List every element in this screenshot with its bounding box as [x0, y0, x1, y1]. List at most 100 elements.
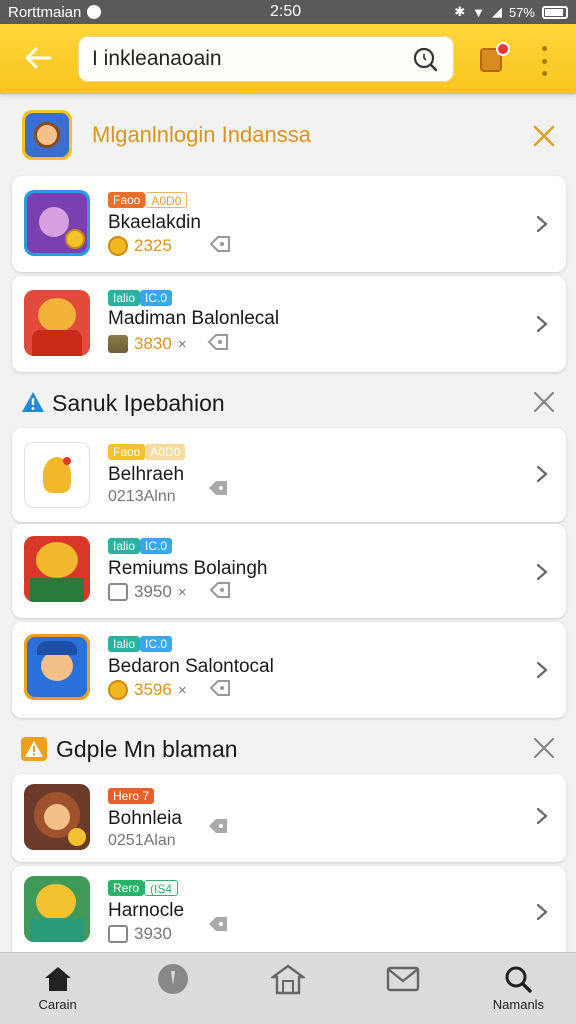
- clock: 2:50: [270, 3, 302, 20]
- nav-item-info[interactable]: [115, 953, 230, 1024]
- item-name: Belhraeh: [108, 464, 185, 485]
- item-meta: 3830 ×: [108, 334, 187, 354]
- multiply-icon: ×: [177, 681, 187, 699]
- close-icon: [533, 737, 555, 759]
- tag-group: Hero 7: [108, 788, 155, 804]
- close-section-1-button[interactable]: [530, 122, 558, 150]
- notification-icon: [87, 5, 102, 19]
- money-stack-icon: [108, 335, 128, 353]
- game-thumbnail: [24, 634, 90, 700]
- chevron-right-icon: [536, 563, 548, 581]
- bottom-nav: Carain Namanls: [0, 952, 576, 1024]
- info-icon: [157, 964, 188, 994]
- list-item[interactable]: Rero (IS4 Harnocle 3930: [12, 866, 566, 952]
- carrier-label: Rorttmaian: [8, 3, 82, 21]
- item-name: Bohnleia: [108, 808, 182, 829]
- chevron-right-icon: [536, 807, 548, 825]
- app-bar: [0, 24, 576, 94]
- list-item[interactable]: Ialio IC.0 Remiums Bolaingh 3950 ×: [12, 524, 566, 618]
- nav-item-mail[interactable]: [346, 953, 461, 1024]
- item-name: Bkaelakdin: [108, 212, 201, 233]
- item-meta: 3596 ×: [108, 680, 187, 700]
- item-name: Madiman Balonlecal: [108, 308, 280, 329]
- category-tag: Ialio: [108, 290, 141, 306]
- nav-label: Carain: [38, 997, 77, 1012]
- search-icon: [413, 47, 438, 72]
- item-meta: 3950 ×: [108, 582, 187, 602]
- search-bar[interactable]: [78, 36, 454, 82]
- promo-title: Mlganlnlogin Indanssa: [92, 122, 311, 147]
- bluetooth-icon: ✱: [454, 4, 466, 19]
- section-header-2: Sanuk Ipebahion: [0, 384, 576, 420]
- tag-icon: [209, 481, 227, 495]
- battery-percent: 57%: [508, 4, 535, 20]
- tag-group: Faoo A0D0: [108, 192, 188, 208]
- mail-icon: [387, 966, 420, 992]
- item-name: Bedaron Salontocal: [108, 656, 274, 677]
- rating-tag: A0D0: [145, 192, 188, 208]
- list-item[interactable]: Faoo A0D0 Belhraeh 0213Alnn: [12, 428, 566, 522]
- tag-icon: [209, 917, 227, 931]
- list-item[interactable]: Ialio IC.0 Madiman Balonlecal 3830 ×: [12, 276, 566, 372]
- chevron-right-icon: [536, 903, 548, 921]
- section-title: Sanuk Ipebahion: [52, 390, 225, 416]
- section-header-1: Mlganlnlogin Indanssa: [0, 108, 576, 164]
- battery-icon: [542, 5, 568, 19]
- wifi-icon: ▼: [472, 4, 485, 20]
- warning-icon: [22, 392, 44, 412]
- item-count: 3930: [134, 924, 172, 943]
- gamepad-icon: [209, 582, 230, 598]
- item-count: 2325: [134, 236, 172, 255]
- multiply-icon: ×: [177, 583, 187, 601]
- nav-label: Namanls: [492, 997, 545, 1012]
- item-date: 0251Alan: [108, 832, 176, 849]
- chevron-right-icon: [536, 465, 548, 483]
- gamepad-icon: [209, 680, 230, 696]
- notifications-button[interactable]: [478, 42, 510, 76]
- close-icon: [533, 391, 555, 413]
- search-icon: [505, 966, 533, 993]
- search-button[interactable]: [410, 44, 440, 74]
- item-meta: 0213Alnn: [108, 488, 176, 506]
- game-thumbnail: [24, 190, 90, 256]
- chevron-right-icon: [536, 661, 548, 679]
- nav-item-home[interactable]: Carain: [0, 953, 115, 1024]
- gamepad-icon: [207, 334, 228, 350]
- money-stack-icon: [108, 925, 128, 943]
- rating-tag: IC.0: [140, 290, 173, 306]
- category-tag: Faoo: [108, 444, 146, 460]
- close-icon: [533, 125, 555, 147]
- back-button[interactable]: [20, 38, 56, 78]
- category-tag: Faoo: [108, 192, 146, 208]
- tag-group: Ialio IC.0: [108, 290, 173, 306]
- item-count: 3830: [134, 334, 172, 353]
- coin-icon: [108, 236, 128, 256]
- rating-tag: (IS4: [144, 880, 179, 896]
- close-section-3-button[interactable]: [530, 734, 558, 762]
- tag-group: Ialio IC.0: [108, 636, 173, 652]
- signal-icon: ◢: [491, 4, 502, 19]
- more-options-button[interactable]: [536, 46, 552, 76]
- list-item[interactable]: Hero 7 Bohnleia 0251Alan: [12, 774, 566, 862]
- close-section-2-button[interactable]: [530, 388, 558, 416]
- game-thumbnail: [24, 536, 90, 602]
- item-count: 3950: [134, 582, 172, 601]
- item-date: 0213Alnn: [108, 488, 176, 505]
- warning-icon: [21, 737, 47, 761]
- list-item[interactable]: Ialio IC.0 Bedaron Salontocal 3596 ×: [12, 622, 566, 718]
- tag-group: Faoo A0D0: [108, 444, 186, 460]
- item-meta: 2325: [108, 236, 172, 256]
- search-input[interactable]: [92, 47, 410, 71]
- status-bar: Rorttmaian 2:50 ✱ ▼ ◢ 57%: [0, 0, 576, 24]
- game-thumbnail: [24, 784, 90, 850]
- nav-item-search[interactable]: Namanls: [461, 953, 576, 1024]
- game-thumbnail: [24, 442, 90, 508]
- section-header-3: Gdple Mn blaman: [0, 730, 576, 766]
- nav-item-store[interactable]: [230, 953, 345, 1024]
- list-item[interactable]: Faoo A0D0 Bkaelakdin 2325: [12, 176, 566, 272]
- arrow-left-icon: [25, 47, 52, 69]
- tag-group: Rero (IS4: [108, 880, 179, 896]
- rating-tag: IC.0: [140, 538, 173, 554]
- item-meta: 3930: [108, 924, 172, 944]
- store-icon: [271, 964, 305, 995]
